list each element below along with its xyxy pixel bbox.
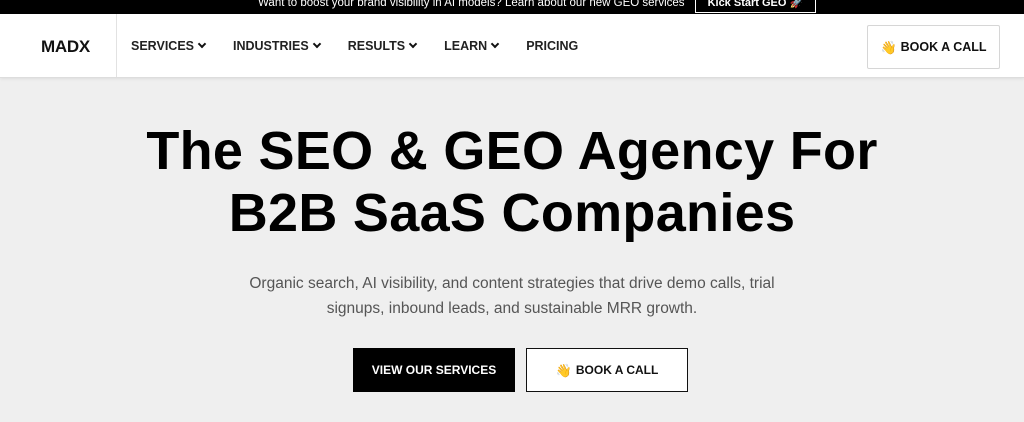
nav-item-label: LEARN: [444, 39, 488, 53]
announcement-text: Want to boost your brand visibility in A…: [258, 0, 685, 9]
nav-item-label: PRICING: [526, 39, 579, 53]
hero-title-line2: B2B SaaS Companies: [228, 183, 796, 243]
main-nav: SERVICES INDUSTRIES RESULTS LEARN PRICIN…: [131, 14, 578, 78]
hero-book-call-button[interactable]: 👋 BOOK A CALL: [526, 348, 688, 392]
site-header: MADX SERVICES INDUSTRIES RESULTS LEARN P…: [0, 14, 1024, 78]
nav-item-services[interactable]: SERVICES: [131, 39, 207, 53]
hero-book-call-label: BOOK A CALL: [575, 363, 659, 377]
hero-subtitle-line2: signups, inbound leads, and sustainable …: [326, 300, 698, 317]
nav-item-label: SERVICES: [131, 39, 194, 53]
waving-hand-icon: 👋: [880, 39, 897, 55]
announcement-bar: Want to boost your brand visibility in A…: [0, 0, 1024, 14]
hero-subtitle-line1: Organic search, AI visibility, and conte…: [249, 275, 775, 292]
hero-subtitle: Organic search, AI visibility, and conte…: [232, 271, 792, 321]
hero-title: The SEO & GEO Agency For B2B SaaS Compan…: [0, 120, 1024, 244]
logo-divider: [116, 14, 117, 77]
kick-start-geo-button[interactable]: Kick Start GEO 🚀: [694, 0, 817, 13]
chevron-down-icon: [408, 39, 418, 49]
chevron-down-icon: [312, 39, 321, 49]
hero-title-line1: The SEO & GEO Agency For: [146, 121, 878, 181]
logo[interactable]: MADX: [41, 37, 90, 57]
nav-item-pricing[interactable]: PRICING: [526, 39, 578, 53]
nav-item-results[interactable]: RESULTS: [347, 39, 418, 53]
nav-item-label: RESULTS: [347, 39, 406, 53]
chevron-down-icon: [490, 39, 500, 49]
view-services-button[interactable]: VIEW OUR SERVICES: [353, 348, 515, 392]
header-book-call-label: BOOK A CALL: [900, 40, 987, 54]
waving-hand-icon: 👋: [555, 362, 572, 378]
nav-item-industries[interactable]: INDUSTRIES: [233, 39, 321, 53]
chevron-down-icon: [197, 39, 207, 49]
nav-item-label: INDUSTRIES: [233, 39, 309, 53]
header-book-call-button[interactable]: 👋 BOOK A CALL: [867, 25, 1000, 69]
nav-item-learn[interactable]: LEARN: [444, 39, 500, 53]
